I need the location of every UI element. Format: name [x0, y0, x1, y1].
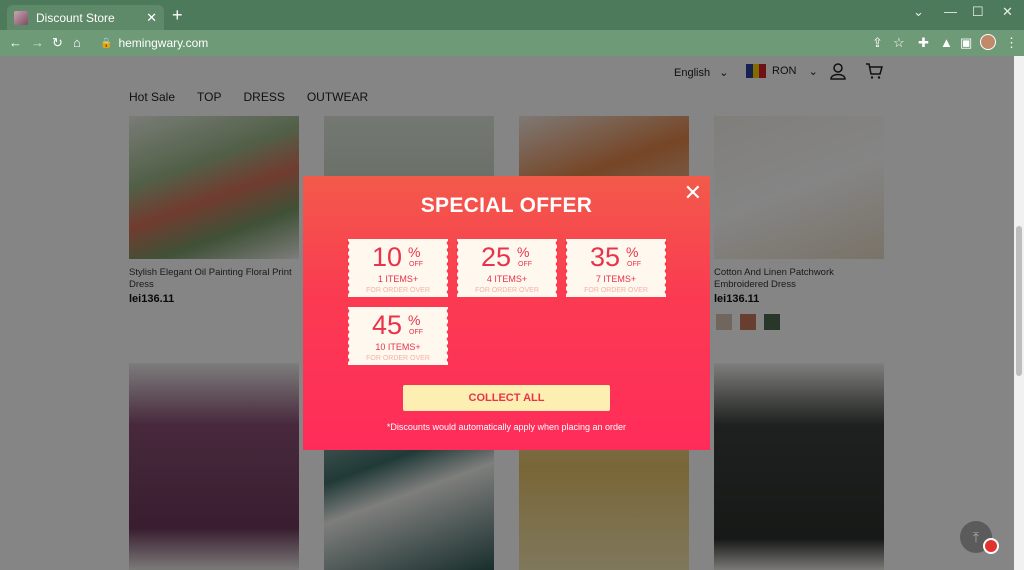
discount-note: *Discounts would automatically apply whe…	[386, 422, 627, 432]
browser-toolbar: ← → ↻ ⌂ 🔒 hemingwary.com ⇪ ☆ ✚ ▲ ▣ ⋮	[0, 30, 1024, 56]
window-close-icon[interactable]: ✕	[1002, 4, 1013, 20]
forward-icon[interactable]: →	[31, 35, 44, 50]
coupon-items: 1 ITEMS+	[377, 274, 419, 284]
percent-sign: %	[408, 312, 421, 328]
new-tab-icon[interactable]: +	[172, 6, 183, 24]
minimize-icon[interactable]: —	[944, 4, 957, 19]
url-text: hemingwary.com	[118, 36, 209, 50]
coupon-footnote: FOR ORDER OVER	[475, 287, 539, 294]
lock-icon: 🔒	[100, 37, 113, 49]
side-panel-icon[interactable]: ▣	[960, 35, 972, 51]
coupon-percent: 25	[481, 242, 512, 272]
coupon-footnote: FOR ORDER OVER	[366, 355, 430, 362]
browser-tab[interactable]: Discount Store ✕	[7, 5, 164, 30]
browser-tab-bar: Discount Store ✕ + ⌄ — ☐ ✕	[0, 0, 1024, 30]
menu-icon[interactable]: ⋮	[1005, 35, 1018, 51]
reload-icon[interactable]: ↻	[52, 35, 63, 51]
modal-title: SPECIAL OFFER	[420, 194, 593, 217]
chat-icon[interactable]	[983, 538, 999, 554]
percent-sign: %	[626, 244, 639, 260]
page-scrollbar[interactable]	[1014, 56, 1024, 570]
extensions-icon[interactable]: ✚	[918, 35, 929, 51]
coupon-off: OFF	[409, 261, 423, 268]
profile-avatar[interactable]	[980, 34, 996, 50]
address-bar[interactable]: 🔒 hemingwary.com	[92, 33, 914, 53]
labs-icon[interactable]: ▲	[940, 35, 953, 50]
coupon-footnote: FOR ORDER OVER	[584, 287, 648, 294]
maximize-icon[interactable]: ☐	[972, 4, 984, 20]
tab-title: Discount Store	[36, 10, 115, 25]
bookmark-star-icon[interactable]: ☆	[893, 35, 905, 51]
site-favicon-icon	[14, 10, 28, 25]
tab-close-icon[interactable]: ✕	[146, 10, 157, 26]
coupon-off: OFF	[627, 261, 641, 268]
coupon-percent: 45	[372, 310, 403, 340]
coupon-card[interactable]: 25 % OFF 4 ITEMS+ FOR ORDER OVER	[456, 239, 558, 297]
special-offer-modal: ✕ SPECIAL OFFER 10 % OFF 1 ITEMS+ FOR OR…	[303, 176, 710, 450]
coupon-card[interactable]: 45 % OFF 10 ITEMS+ FOR ORDER OVER	[347, 307, 449, 365]
coupon-card[interactable]: 35 % OFF 7 ITEMS+ FOR ORDER OVER	[565, 239, 667, 297]
coupon-percent: 10	[372, 242, 403, 272]
coupon-off: OFF	[518, 261, 532, 268]
coupon-items: 4 ITEMS+	[486, 274, 528, 284]
coupon-items: 10 ITEMS+	[375, 342, 421, 352]
coupon-items: 7 ITEMS+	[595, 274, 637, 284]
coupon-card[interactable]: 10 % OFF 1 ITEMS+ FOR ORDER OVER	[347, 239, 449, 297]
percent-sign: %	[408, 244, 421, 260]
collect-all-button[interactable]: COLLECT ALL	[403, 385, 610, 411]
home-icon[interactable]: ⌂	[73, 35, 81, 50]
coupon-percent: 35	[590, 242, 621, 272]
back-icon[interactable]: ←	[9, 35, 22, 50]
percent-sign: %	[517, 244, 530, 260]
coupon-off: OFF	[409, 329, 423, 336]
share-icon[interactable]: ⇪	[872, 35, 883, 51]
coupon-footnote: FOR ORDER OVER	[366, 287, 430, 294]
tab-search-icon[interactable]: ⌄	[913, 4, 924, 20]
